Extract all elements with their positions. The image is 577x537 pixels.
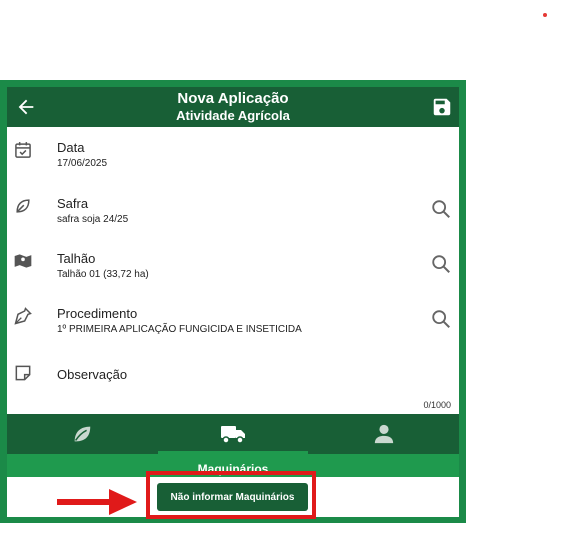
field-talhao[interactable]: Talhão Talhão 01 (33,72 ha) <box>7 251 459 303</box>
tab-responsavel[interactable] <box>309 414 459 454</box>
app-bar: Nova Aplicação Atividade Agrícola <box>7 87 459 127</box>
field-data[interactable]: Data 17/06/2025 <box>7 140 459 192</box>
skip-machinery-button[interactable]: Não informar Maquinários <box>157 483 308 511</box>
save-icon[interactable] <box>431 96 453 118</box>
field-safra[interactable]: Safra safra soja 24/25 <box>7 196 459 248</box>
procedimento-value: 1º PRIMEIRA APLICAÇÃO FUNGICIDA E INSETI… <box>57 324 302 335</box>
red-dot-marker <box>543 13 547 17</box>
back-arrow-icon[interactable] <box>15 96 37 118</box>
calendar-check-icon <box>15 142 31 158</box>
page-subtitle: Atividade Agrícola <box>176 108 290 123</box>
safra-value: safra soja 24/25 <box>57 214 129 225</box>
observacao-counter: 0/1000 <box>423 400 451 410</box>
field-observacao[interactable]: Observação <box>7 363 459 415</box>
pen-nib-icon <box>14 307 32 325</box>
procedimento-search-icon[interactable] <box>430 308 452 330</box>
talhao-search-icon[interactable] <box>430 253 452 275</box>
page-title: Nova Aplicação <box>177 90 289 107</box>
app-bar-titles: Nova Aplicação Atividade Agrícola <box>67 90 399 124</box>
leaf-icon <box>74 426 91 442</box>
talhao-value: Talhão 01 (33,72 ha) <box>57 269 149 280</box>
note-icon <box>15 365 31 381</box>
bottom-tab-bar <box>7 414 459 454</box>
field-procedimento[interactable]: Procedimento 1º PRIMEIRA APLICAÇÃO FUNGI… <box>7 306 459 358</box>
tab-maquinarios[interactable] <box>158 414 308 454</box>
data-label: Data <box>57 140 85 155</box>
map-icon <box>14 254 32 268</box>
observacao-label: Observação <box>57 367 128 382</box>
procedimento-label: Procedimento <box>57 306 138 321</box>
talhao-label: Talhão <box>57 251 96 266</box>
app-screen: Nova Aplicação Atividade Agrícola Data 1… <box>7 87 459 517</box>
leaf-outline-icon <box>16 199 30 213</box>
person-icon <box>374 424 394 444</box>
data-value: 17/06/2025 <box>57 158 108 169</box>
annotation-arrow-icon <box>57 489 137 515</box>
device-frame: Nova Aplicação Atividade Agrícola Data 1… <box>0 80 466 523</box>
truck-icon <box>221 426 245 444</box>
safra-label: Safra <box>57 196 89 211</box>
safra-search-icon[interactable] <box>430 198 452 220</box>
tab-cultura[interactable] <box>7 414 157 454</box>
